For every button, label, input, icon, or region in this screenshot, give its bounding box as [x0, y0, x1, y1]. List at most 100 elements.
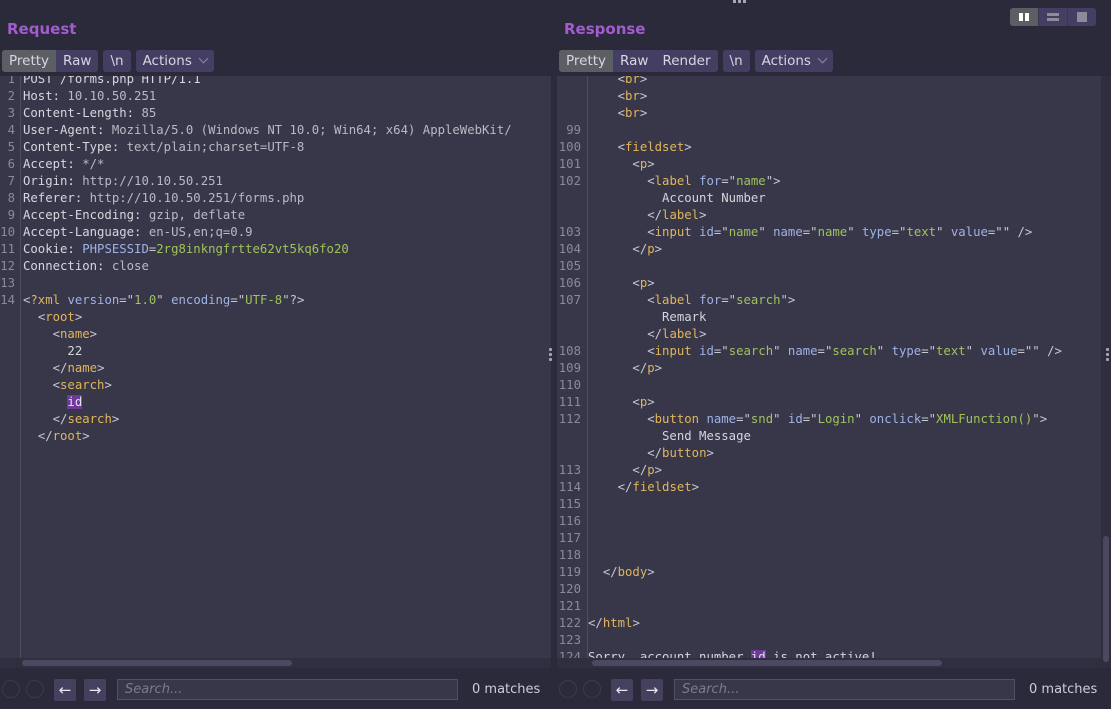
- chevron-down-icon: [198, 53, 209, 64]
- code-token: text/plain;charset=UTF-8: [126, 140, 305, 154]
- line-code: </body>: [588, 564, 655, 581]
- line-code: Connection: close: [23, 258, 149, 275]
- line-code: 22: [23, 343, 82, 360]
- help-icon[interactable]: [559, 680, 577, 698]
- code-line: </search>: [0, 411, 551, 428]
- code-token: 22: [23, 344, 83, 358]
- code-token: >: [647, 157, 655, 171]
- request-scroll-thumb[interactable]: [22, 660, 292, 666]
- chevron-down-icon: [817, 53, 828, 64]
- code-token: =": [230, 293, 246, 307]
- response-search-next-button[interactable]: →: [641, 679, 663, 701]
- code-token: User-Agent:: [23, 123, 112, 137]
- code-line: 5 Content-Type: text/plain;charset=UTF-8: [0, 139, 551, 156]
- code-token: search: [67, 412, 112, 426]
- request-tab-pretty[interactable]: Pretty: [2, 50, 57, 72]
- code-token: Origin:: [23, 174, 83, 188]
- response-vscroll-thumb[interactable]: [1103, 536, 1109, 662]
- code-token: p: [647, 242, 655, 256]
- response-scroll-thumb[interactable]: [592, 660, 942, 666]
- response-horizontal-scrollbar[interactable]: [557, 658, 1101, 668]
- line-number: 1: [7, 76, 15, 86]
- code-token: fieldset: [632, 480, 692, 494]
- code-token: >: [699, 327, 707, 341]
- line-number: 109: [558, 361, 581, 375]
- request-newline-toggle[interactable]: \n: [103, 50, 130, 72]
- line-code: <br>: [588, 88, 648, 105]
- code-token: <: [647, 344, 655, 358]
- response-search-prev-button[interactable]: ←: [611, 679, 633, 701]
- response-tab-pretty[interactable]: Pretty: [559, 50, 614, 72]
- code-token: fieldset: [625, 140, 685, 154]
- code-token: name: [817, 225, 848, 239]
- code-line: <br>: [557, 105, 1101, 122]
- code-token: ": [156, 293, 172, 307]
- code-token: snd: [750, 412, 774, 426]
- response-search-input[interactable]: [674, 679, 1015, 700]
- response-actions-button[interactable]: Actions: [755, 50, 833, 72]
- settings-icon[interactable]: [583, 680, 601, 698]
- code-token: search: [832, 344, 877, 358]
- request-search-prev-button[interactable]: ←: [54, 679, 76, 701]
- line-code: </p>: [588, 360, 662, 377]
- request-tab-raw[interactable]: Raw: [56, 50, 98, 72]
- request-editor[interactable]: 1 POST /forms.php HTTP/1.1 2 Host: 10.10.50…: [0, 76, 551, 668]
- code-line: 123: [557, 632, 1101, 649]
- line-code: </name>: [23, 360, 105, 377]
- code-token: value: [980, 344, 1018, 358]
- response-editor[interactable]: <br> <br> <br> 99 100 <fieldset> 101 <p> 102…: [557, 76, 1101, 668]
- code-token: label: [662, 327, 700, 341]
- line-code: id: [23, 394, 83, 411]
- code-token: >: [111, 412, 120, 426]
- right-edge-handle[interactable]: [1106, 348, 1109, 363]
- line-number: [557, 309, 588, 326]
- code-token: <: [647, 293, 655, 307]
- code-token: name: [787, 344, 818, 358]
- line-number: 100: [558, 140, 581, 154]
- response-tab-render[interactable]: Render: [655, 50, 717, 72]
- code-line: 109 </p>: [557, 360, 1101, 377]
- settings-icon[interactable]: [26, 680, 44, 698]
- code-line: 22: [0, 343, 551, 360]
- code-token: Host:: [23, 89, 68, 103]
- help-icon[interactable]: [2, 680, 20, 698]
- line-code: Cookie: PHPSESSID=2rg8inkngfrtte62vt5kq6…: [23, 241, 349, 258]
- code-token: >: [699, 208, 707, 222]
- request-horizontal-scrollbar[interactable]: [0, 658, 551, 668]
- code-line: 14 <?xml version="1.0" encoding="UTF-8"?>: [0, 292, 551, 309]
- line-number: 118: [558, 548, 581, 562]
- code-token: input: [654, 225, 700, 239]
- code-token: <: [647, 412, 655, 426]
- code-token: >: [647, 565, 655, 579]
- code-token: Mozilla/5.0 (Windows NT 10.0; Win64; x64…: [111, 123, 512, 137]
- code-token: Accept:: [23, 157, 83, 171]
- code-token: =": [891, 225, 907, 239]
- request-search-input[interactable]: [117, 679, 458, 700]
- code-token: <: [617, 106, 626, 120]
- line-code: Origin: http://10.10.50.251: [23, 173, 223, 190]
- code-token: br: [625, 76, 640, 86]
- request-actions-button[interactable]: Actions: [136, 50, 214, 72]
- code-token: ": [758, 225, 774, 239]
- code-token: >: [684, 140, 692, 154]
- response-vertical-scrollbar[interactable]: [1101, 76, 1111, 668]
- search-highlight: id: [67, 395, 83, 409]
- response-tab-raw[interactable]: Raw: [613, 50, 655, 72]
- code-token: button: [662, 446, 707, 460]
- code-token: >: [74, 310, 83, 324]
- code-token: ": [936, 225, 951, 239]
- code-token: ">: [1032, 412, 1048, 426]
- line-code: <p>: [588, 275, 654, 292]
- code-line: 2 Host: 10.10.50.251: [0, 88, 551, 105]
- code-token: >: [82, 429, 90, 443]
- code-token: name: [67, 361, 98, 375]
- line-code: </search>: [23, 411, 120, 428]
- request-search-next-button[interactable]: →: [84, 679, 106, 701]
- response-newline-toggle[interactable]: \n: [723, 50, 750, 72]
- code-token: ": [847, 225, 862, 239]
- response-match-count: 0 matches: [1029, 682, 1098, 697]
- code-token: for: [699, 174, 722, 188]
- code-token: >: [691, 480, 700, 494]
- pane-splitter-handle[interactable]: [549, 348, 552, 363]
